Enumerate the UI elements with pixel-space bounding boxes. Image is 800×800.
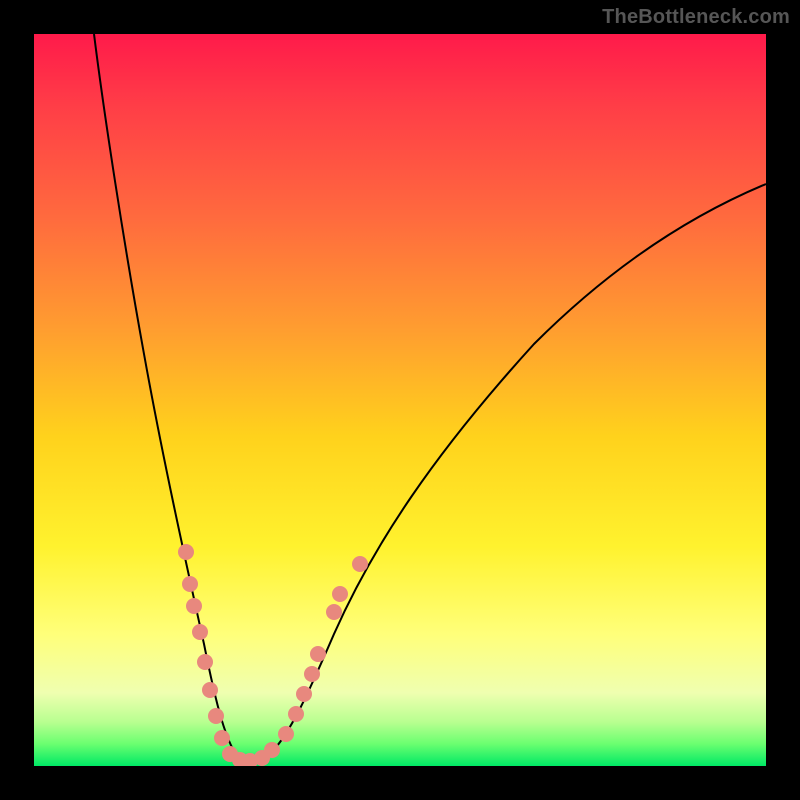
marker-dot	[182, 576, 198, 592]
marker-dot	[264, 742, 280, 758]
marker-dot	[310, 646, 326, 662]
marker-group	[178, 544, 368, 766]
marker-dot	[186, 598, 202, 614]
plot-area	[34, 34, 766, 766]
marker-dot	[288, 706, 304, 722]
marker-dot	[326, 604, 342, 620]
marker-dot	[352, 556, 368, 572]
bottleneck-curve	[94, 34, 766, 763]
marker-dot	[197, 654, 213, 670]
marker-dot	[192, 624, 208, 640]
curve-layer	[34, 34, 766, 766]
marker-dot	[214, 730, 230, 746]
watermark-text: TheBottleneck.com	[602, 6, 790, 29]
marker-dot	[304, 666, 320, 682]
marker-dot	[278, 726, 294, 742]
chart-frame: TheBottleneck.com	[0, 0, 800, 800]
marker-dot	[208, 708, 224, 724]
marker-dot	[296, 686, 312, 702]
marker-dot	[202, 682, 218, 698]
marker-dot	[332, 586, 348, 602]
marker-dot	[178, 544, 194, 560]
